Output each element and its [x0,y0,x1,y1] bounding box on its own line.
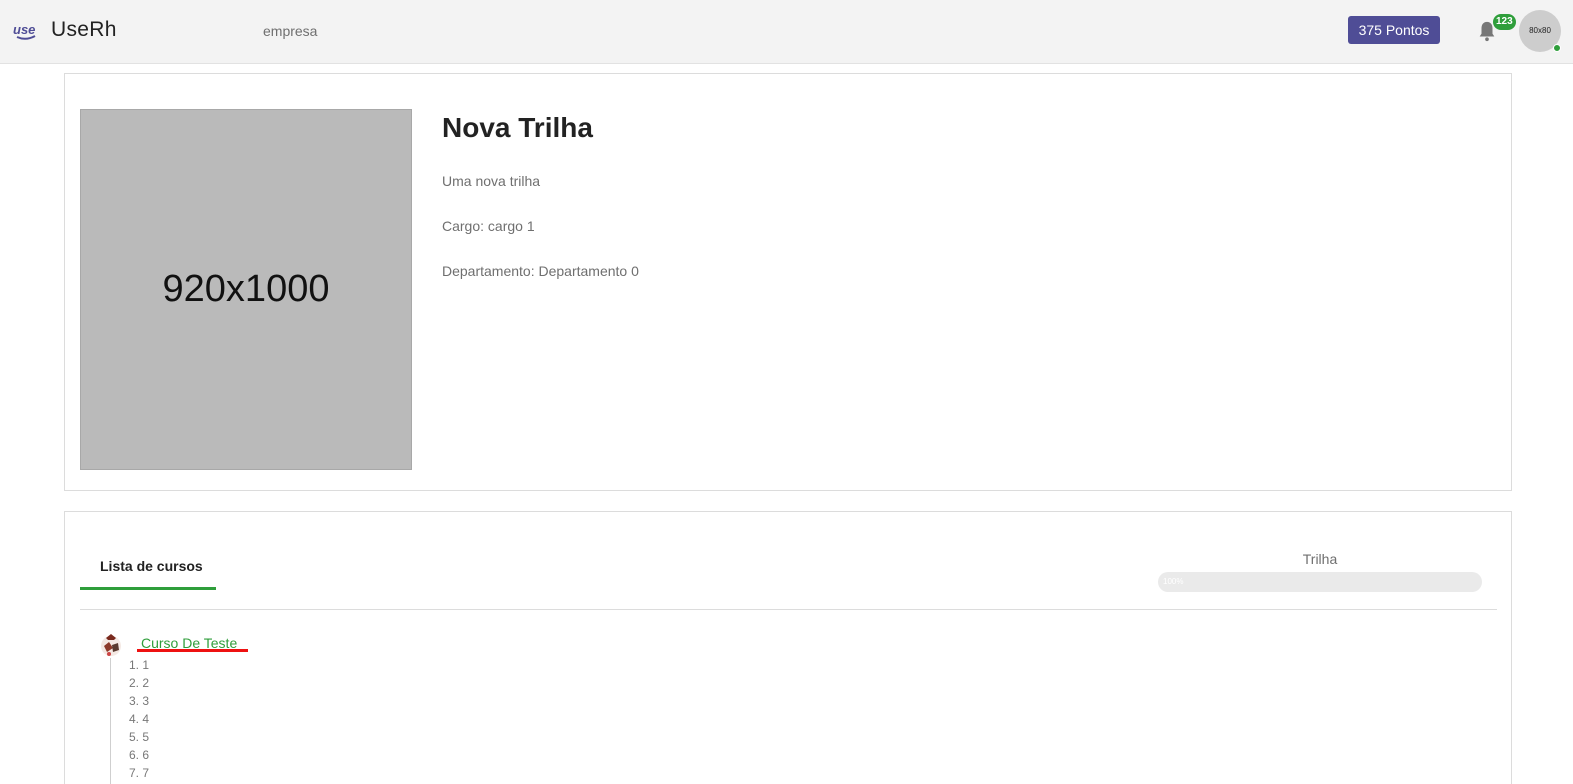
top-navbar: use UseRh empresa 375 Pontos 123 80x80 [0,0,1573,64]
course-item[interactable]: 2. 2 [129,676,149,694]
tab-lista-de-cursos[interactable]: Lista de cursos [80,558,216,590]
trail-departamento: Departamento: Departamento 0 [442,263,639,279]
company-name: empresa [263,23,318,39]
course-item[interactable]: 5. 5 [129,730,149,748]
use-logo-icon[interactable]: use [13,20,39,40]
course-title-underline [137,649,248,652]
trail-image-placeholder: 920x1000 [80,109,412,470]
course-items-list: 1. 1 2. 2 3. 3 4. 4 5. 5 6. 6 7. 7 [129,658,149,784]
course-item[interactable]: 6. 6 [129,748,149,766]
app-name[interactable]: UseRh [51,18,117,42]
trail-description: Uma nova trilha [442,173,541,189]
svg-text:use: use [13,22,35,37]
trail-cargo: Cargo: cargo 1 [442,218,535,234]
course-item[interactable]: 7. 7 [129,766,149,784]
course-item[interactable]: 1. 1 [129,658,149,676]
online-status-indicator [1553,44,1561,52]
active-tab-indicator [80,587,216,590]
trail-info-card: 920x1000 Nova Trilha Uma nova trilha Car… [64,73,1512,491]
trail-title: Nova Trilha [442,112,593,143]
course-item[interactable]: 4. 4 [129,712,149,730]
course-tree-line [110,658,111,784]
progress-label: Trilha [1302,551,1338,567]
notification-count-badge: 123 [1493,14,1516,30]
course-list-card: Lista de cursos Trilha 100% Curso De Tes… [64,511,1512,784]
course-item[interactable]: 3. 3 [129,694,149,712]
tab-divider [80,609,1497,610]
points-button[interactable]: 375 Pontos [1348,16,1440,44]
trail-progress-bar: 100% [1158,572,1482,592]
progress-fill [1158,572,1482,592]
progress-text: 100% [1163,577,1184,586]
course-thumbnail-icon[interactable] [98,632,124,658]
